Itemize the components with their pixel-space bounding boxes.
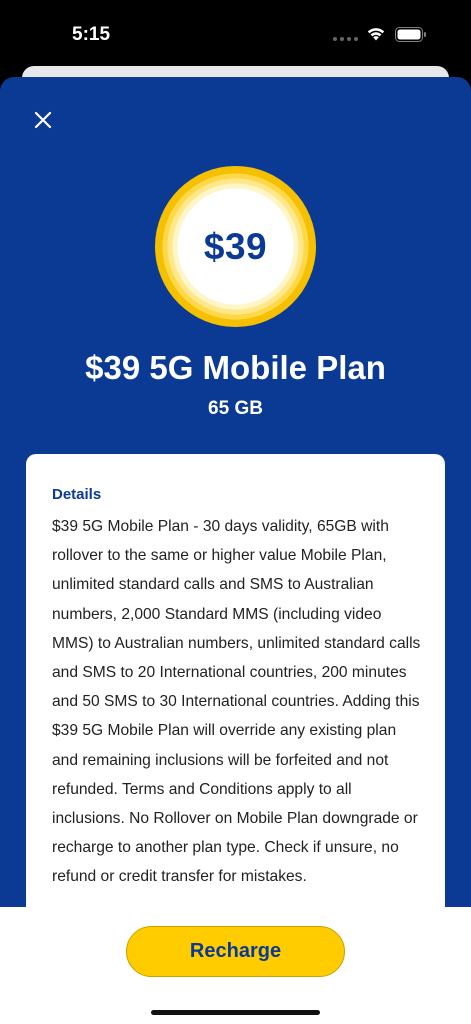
status-time: 5:15	[72, 24, 111, 45]
bottom-action-bar: Recharge	[0, 907, 471, 1024]
recharge-button[interactable]: Recharge	[126, 926, 345, 977]
details-body: $39 5G Mobile Plan - 30 days validity, 6…	[52, 518, 421, 886]
plan-data-allowance: 65 GB	[208, 398, 263, 419]
wifi-icon	[367, 28, 385, 41]
details-heading: Details	[52, 486, 102, 503]
signal-dots-icon	[333, 37, 358, 41]
price-badge: $39	[155, 166, 316, 327]
home-indicator	[151, 1010, 320, 1015]
status-bar: 5:15	[0, 0, 471, 70]
close-icon[interactable]	[28, 105, 58, 135]
details-card: Details $39 5G Mobile Plan - 30 days val…	[26, 454, 445, 974]
plan-title: $39 5G Mobile Plan	[85, 349, 386, 386]
plan-detail-modal: $39 $39 5G Mobile Plan 65 GB Details $39…	[0, 77, 471, 1024]
battery-icon	[395, 27, 426, 42]
badge-price: $39	[203, 225, 268, 267]
